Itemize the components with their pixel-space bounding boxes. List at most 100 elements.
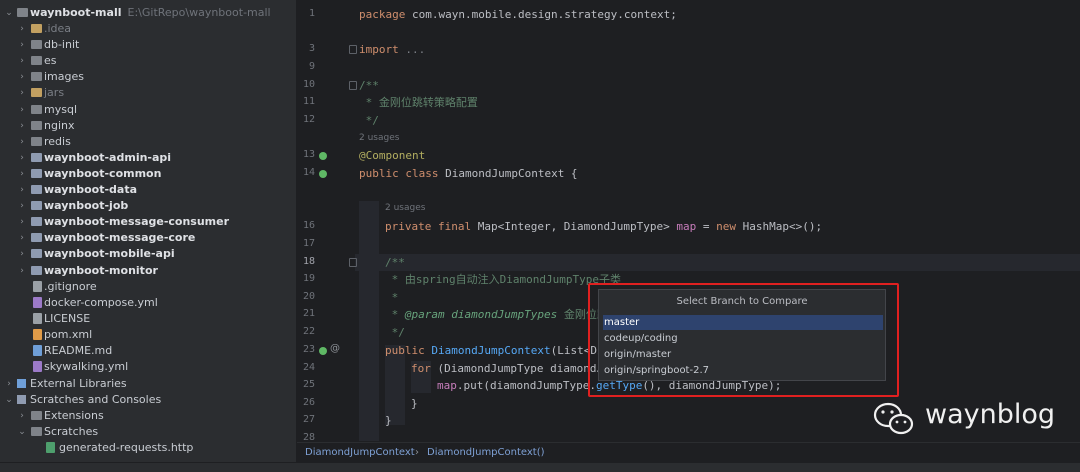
chevron-right-icon[interactable]: › xyxy=(17,69,27,85)
chevron-right-icon[interactable]: › xyxy=(17,53,27,69)
chevron-down-icon[interactable]: ⌄ xyxy=(4,5,14,21)
root-name: waynboot-mall xyxy=(30,6,122,19)
autowired-icon[interactable]: @ xyxy=(330,343,340,354)
tree-label: docker-compose.yml xyxy=(44,295,158,309)
tree-label: waynboot-data xyxy=(44,183,138,196)
code-line-16: private final Map<Integer, DiamondJumpTy… xyxy=(385,220,823,233)
chevron-right-icon[interactable]: › xyxy=(17,150,27,166)
fold-marker-icon[interactable] xyxy=(349,45,357,54)
spring-bean-icon[interactable] xyxy=(319,152,327,160)
usages-hint[interactable]: 2 usages xyxy=(385,203,425,213)
md-file-icon xyxy=(33,345,42,356)
tree-label: Scratches xyxy=(44,425,99,438)
chevron-right-icon[interactable]: › xyxy=(17,37,27,53)
http-file-icon xyxy=(46,442,55,453)
chevron-right-icon[interactable]: › xyxy=(17,246,27,262)
code-line-26: } xyxy=(411,397,418,410)
tree-label: waynboot-common xyxy=(44,166,162,180)
breadcrumb: DiamondJumpContext › DiamondJumpContext(… xyxy=(297,442,1080,463)
line-number: 26 xyxy=(302,397,315,408)
usages-hint[interactable]: 2 usages xyxy=(359,133,399,143)
line-number: 12 xyxy=(302,114,315,125)
tree-label: waynboot-monitor xyxy=(44,263,158,277)
chevron-right-icon[interactable]: › xyxy=(17,134,27,150)
chevron-right-icon[interactable]: › xyxy=(4,376,14,392)
chevron-down-icon[interactable]: ⌄ xyxy=(17,424,27,440)
library-icon xyxy=(17,379,26,388)
tree-label: generated-requests.http xyxy=(59,441,194,454)
code-line-12: */ xyxy=(359,114,379,127)
code-line-27: } xyxy=(385,414,392,427)
chevron-right-icon[interactable]: › xyxy=(17,263,27,279)
code-line-14: public class DiamondJumpContext { xyxy=(359,167,578,180)
root-path: E:\GitRepo\waynboot-mall xyxy=(127,6,271,19)
tree-label: nginx xyxy=(44,118,75,132)
code-line-20: * xyxy=(385,291,399,304)
chevron-right-icon[interactable]: › xyxy=(17,230,27,246)
line-number: 27 xyxy=(302,414,315,425)
chevron-right-icon: › xyxy=(415,447,419,458)
indent-guide xyxy=(359,201,379,441)
folder-icon xyxy=(31,88,42,98)
spring-bean-icon[interactable] xyxy=(319,347,327,355)
project-tree: ⌄ waynboot-mall E:\GitRepo\waynboot-mall … xyxy=(0,0,297,471)
tree-label: Extensions xyxy=(44,409,104,422)
module-folder-icon xyxy=(31,233,42,243)
watermark-text: waynblog xyxy=(925,399,1056,430)
module-folder-icon xyxy=(31,201,42,211)
tree-label: pom.xml xyxy=(44,327,93,341)
chevron-right-icon[interactable]: › xyxy=(17,166,27,182)
line-number: 28 xyxy=(302,432,315,442)
folder-icon xyxy=(31,120,42,130)
tree-label: waynboot-message-core xyxy=(44,231,196,245)
chevron-right-icon[interactable]: › xyxy=(17,182,27,198)
chevron-right-icon[interactable]: › xyxy=(17,85,27,101)
line-number: 14 xyxy=(302,167,315,178)
line-number: 1 xyxy=(308,8,315,19)
tree-label: README.md xyxy=(44,344,113,357)
line-number: 19 xyxy=(302,273,315,284)
chevron-right-icon[interactable]: › xyxy=(17,214,27,230)
tree-label: db-init xyxy=(44,38,80,52)
tree-label: images xyxy=(44,70,84,84)
line-number: 10 xyxy=(302,79,315,90)
tree-label: mysql xyxy=(44,102,77,116)
line-number: 18 xyxy=(302,256,315,267)
chevron-right-icon[interactable]: › xyxy=(17,198,27,214)
line-number: 16 xyxy=(302,220,315,231)
folder-icon xyxy=(31,104,42,114)
tree-label: LICENSE xyxy=(44,311,91,325)
line-number: 9 xyxy=(308,61,315,72)
breadcrumb-item-method[interactable]: DiamondJumpContext() xyxy=(427,443,545,463)
line-number: 23 xyxy=(302,344,315,355)
chevron-right-icon[interactable]: › xyxy=(17,408,27,424)
chevron-right-icon[interactable]: › xyxy=(17,118,27,134)
folder-icon xyxy=(31,72,42,82)
code-line-10: /** xyxy=(359,79,379,92)
code-line-3: import ... xyxy=(359,43,426,56)
folder-icon xyxy=(31,427,42,436)
code-line-1: package com.wayn.mobile.design.strategy.… xyxy=(359,8,677,21)
fold-marker-icon[interactable] xyxy=(349,258,357,267)
folder-icon xyxy=(31,40,42,50)
text-file-icon xyxy=(33,312,42,324)
tree-label: waynboot-admin-api xyxy=(44,150,172,164)
line-number: 20 xyxy=(302,291,315,302)
chevron-down-icon[interactable]: ⌄ xyxy=(4,392,14,408)
current-line-highlight xyxy=(297,254,1080,271)
folder-icon xyxy=(31,411,42,420)
tree-label: skywalking.yml xyxy=(44,360,129,374)
chevron-right-icon[interactable]: › xyxy=(17,21,27,37)
highlight-box xyxy=(588,283,899,397)
line-number: 11 xyxy=(302,96,315,107)
spring-bean-icon[interactable] xyxy=(319,170,327,178)
module-folder-icon xyxy=(31,152,42,162)
module-folder-icon xyxy=(31,185,42,194)
breadcrumb-item-class[interactable]: DiamondJumpContext xyxy=(305,443,415,463)
code-line-13: @Component xyxy=(359,149,426,162)
folder-icon xyxy=(31,24,42,33)
tree-label: jars xyxy=(44,86,65,100)
fold-marker-icon[interactable] xyxy=(349,81,357,90)
tree-label: waynboot-mobile-api xyxy=(44,247,175,261)
chevron-right-icon[interactable]: › xyxy=(17,102,27,118)
